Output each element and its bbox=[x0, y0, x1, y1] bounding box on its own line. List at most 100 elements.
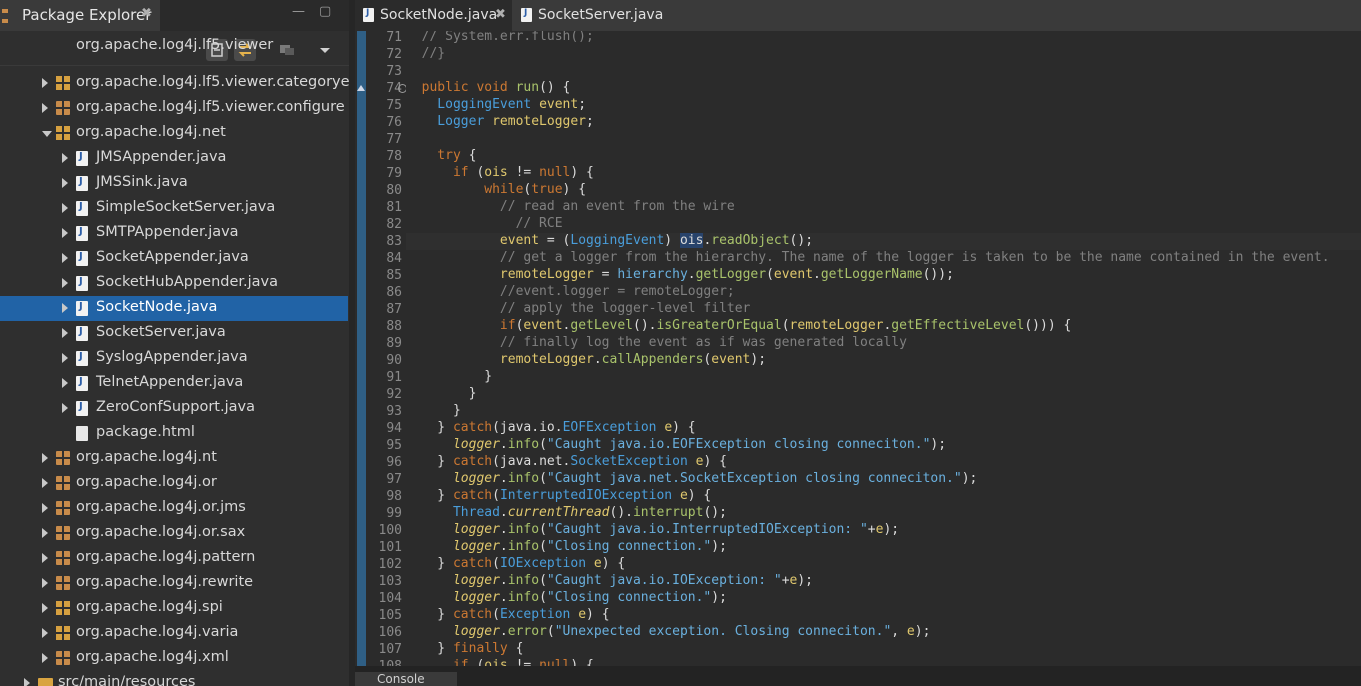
code-line[interactable]: logger.error("Unexpected exception. Clos… bbox=[406, 624, 1361, 641]
tree-item-package[interactable]: org.apache.log4j.nt bbox=[0, 446, 348, 471]
code-line[interactable]: } catch(java.io.EOFException e) { bbox=[406, 420, 1361, 437]
code-line[interactable]: Thread.currentThread().interrupt(); bbox=[406, 505, 1361, 522]
chevron-right-icon[interactable] bbox=[42, 603, 48, 613]
chevron-right-icon[interactable] bbox=[42, 653, 48, 663]
close-icon[interactable]: ✖ bbox=[495, 7, 506, 22]
chevron-right-icon[interactable] bbox=[42, 78, 48, 88]
code-line[interactable]: if (ois != null) { bbox=[406, 165, 1361, 182]
minimize-icon[interactable]: — bbox=[292, 4, 305, 19]
code-line[interactable]: logger.info("Caught java.io.IOException:… bbox=[406, 573, 1361, 590]
tree-item-package[interactable]: org.apache.log4j.rewrite bbox=[0, 571, 348, 596]
code-line[interactable]: logger.info("Caught java.io.EOFException… bbox=[406, 437, 1361, 454]
code-line[interactable]: remoteLogger.callAppenders(event); bbox=[406, 352, 1361, 369]
package-explorer-tab[interactable]: Package Explorer ✖ bbox=[0, 0, 160, 31]
chevron-right-icon[interactable] bbox=[42, 528, 48, 538]
tree-item-file[interactable]: JMSSink.java bbox=[0, 171, 348, 196]
maximize-icon[interactable]: ▢ bbox=[319, 4, 331, 19]
code-line[interactable]: if(event.getLevel().isGreaterOrEqual(rem… bbox=[406, 318, 1361, 335]
code-line[interactable]: // apply the logger-level filter bbox=[406, 301, 1361, 318]
code-line[interactable]: } finally { bbox=[406, 641, 1361, 658]
tree-item-package[interactable]: org.apache.log4j.lf5.viewer.configure bbox=[0, 96, 348, 121]
code-line[interactable]: } catch(Exception e) { bbox=[406, 607, 1361, 624]
chevron-right-icon[interactable] bbox=[62, 328, 68, 338]
tree-item-file[interactable]: SocketServer.java bbox=[0, 321, 348, 346]
code-line[interactable]: // RCE bbox=[406, 216, 1361, 233]
code-line[interactable]: logger.info("Caught java.io.InterruptedI… bbox=[406, 522, 1361, 539]
tree-row-partial[interactable]: org.apache.log4j.lf5.viewer bbox=[0, 34, 348, 59]
code-line[interactable]: //event.logger = remoteLogger; bbox=[406, 284, 1361, 301]
tree-item-package[interactable]: org.apache.log4j.pattern bbox=[0, 546, 348, 571]
chevron-right-icon[interactable] bbox=[62, 403, 68, 413]
tree-item-file[interactable]: SMTPAppender.java bbox=[0, 221, 348, 246]
chevron-right-icon[interactable] bbox=[62, 153, 68, 163]
code-line[interactable]: } catch(InterruptedIOException e) { bbox=[406, 488, 1361, 505]
code-line[interactable]: public void run() { bbox=[406, 80, 1361, 97]
tree-item-file[interactable]: SocketAppender.java bbox=[0, 246, 348, 271]
tree-item-file[interactable]: JMSAppender.java bbox=[0, 146, 348, 171]
chevron-right-icon[interactable] bbox=[62, 203, 68, 213]
chevron-right-icon[interactable] bbox=[62, 178, 68, 188]
tab-socketserver[interactable]: SocketServer.java bbox=[513, 0, 673, 31]
close-icon[interactable]: ✖ bbox=[141, 6, 152, 21]
tree-item-file[interactable]: ZeroConfSupport.java bbox=[0, 396, 348, 421]
code-line[interactable]: } bbox=[406, 369, 1361, 386]
chevron-down-icon[interactable] bbox=[42, 131, 52, 137]
chevron-right-icon[interactable] bbox=[62, 278, 68, 288]
tree-item-package[interactable]: org.apache.log4j.lf5.viewer.categoryexpl… bbox=[0, 71, 349, 96]
code-line[interactable]: } catch(IOException e) { bbox=[406, 556, 1361, 573]
tree-item-file[interactable]: package.html bbox=[0, 421, 348, 446]
tree-item-file[interactable]: TelnetAppender.java bbox=[0, 371, 348, 396]
code-line[interactable] bbox=[406, 131, 1361, 148]
chevron-right-icon[interactable] bbox=[42, 553, 48, 563]
chevron-right-icon[interactable] bbox=[42, 103, 48, 113]
chevron-right-icon[interactable] bbox=[42, 503, 48, 513]
tree-item-file[interactable]: SocketNode.java bbox=[0, 296, 348, 321]
tab-console[interactable]: Console bbox=[355, 672, 457, 686]
tree-item-file[interactable]: SocketHubAppender.java bbox=[0, 271, 348, 296]
tree-item-package[interactable]: org.apache.log4j.or bbox=[0, 471, 348, 496]
code-line[interactable]: Logger remoteLogger; bbox=[406, 114, 1361, 131]
code-line[interactable]: remoteLogger = hierarchy.getLogger(event… bbox=[406, 267, 1361, 284]
code-line[interactable] bbox=[406, 63, 1361, 80]
code-line[interactable]: //} bbox=[406, 46, 1361, 63]
code-line[interactable]: } bbox=[406, 386, 1361, 403]
tree-item-file[interactable]: SyslogAppender.java bbox=[0, 346, 348, 371]
tree-item-package[interactable]: org.apache.log4j.or.sax bbox=[0, 521, 348, 546]
tree-item-package[interactable]: org.apache.log4j.net bbox=[0, 121, 348, 146]
chevron-right-icon[interactable] bbox=[42, 628, 48, 638]
chevron-right-icon[interactable] bbox=[62, 303, 68, 313]
code-line[interactable]: logger.info("Closing connection."); bbox=[406, 590, 1361, 607]
code-line[interactable]: // System.err.flush(); bbox=[406, 31, 1361, 46]
code-line[interactable]: // finally log the event as if was gener… bbox=[406, 335, 1361, 352]
tree-item-package[interactable]: org.apache.log4j.spi bbox=[0, 596, 348, 621]
code-line[interactable]: while(true) { bbox=[406, 182, 1361, 199]
chevron-right-icon[interactable] bbox=[62, 378, 68, 388]
tree-item-file[interactable]: SimpleSocketServer.java bbox=[0, 196, 348, 221]
code-area[interactable]: // System.err.flush(); //} public void r… bbox=[406, 31, 1361, 666]
chevron-right-icon[interactable] bbox=[42, 453, 48, 463]
tree-item-folder[interactable]: src/main/resources bbox=[0, 671, 348, 686]
chevron-right-icon[interactable] bbox=[62, 353, 68, 363]
code-line[interactable]: LoggingEvent event; bbox=[406, 97, 1361, 114]
code-line[interactable]: } bbox=[406, 403, 1361, 420]
chevron-right-icon[interactable] bbox=[62, 253, 68, 263]
tree-item-package[interactable]: org.apache.log4j.xml bbox=[0, 646, 348, 671]
overview-ruler[interactable] bbox=[357, 31, 366, 666]
tree-item-package[interactable]: org.apache.log4j.or.jms bbox=[0, 496, 348, 521]
code-token: ) { bbox=[703, 454, 727, 469]
chevron-right-icon[interactable] bbox=[62, 228, 68, 238]
code-line[interactable]: if (ois != null) { bbox=[406, 658, 1361, 666]
code-line[interactable]: } catch(java.net.SocketException e) { bbox=[406, 454, 1361, 471]
code-line[interactable]: logger.info("Closing connection."); bbox=[406, 539, 1361, 556]
line-number: 76 bbox=[386, 115, 402, 130]
code-line[interactable]: logger.info("Caught java.net.SocketExcep… bbox=[406, 471, 1361, 488]
chevron-right-icon[interactable] bbox=[42, 478, 48, 488]
code-line[interactable]: // read an event from the wire bbox=[406, 199, 1361, 216]
code-line[interactable]: event = (LoggingEvent) ois.readObject(); bbox=[406, 233, 1361, 250]
code-line[interactable]: try { bbox=[406, 148, 1361, 165]
chevron-right-icon[interactable] bbox=[42, 578, 48, 588]
tree-item-package[interactable]: org.apache.log4j.varia bbox=[0, 621, 348, 646]
chevron-right-icon[interactable] bbox=[24, 678, 30, 686]
tab-socketnode[interactable]: SocketNode.java ✖ bbox=[355, 0, 512, 31]
code-line[interactable]: // get a logger from the hierarchy. The … bbox=[406, 250, 1361, 267]
